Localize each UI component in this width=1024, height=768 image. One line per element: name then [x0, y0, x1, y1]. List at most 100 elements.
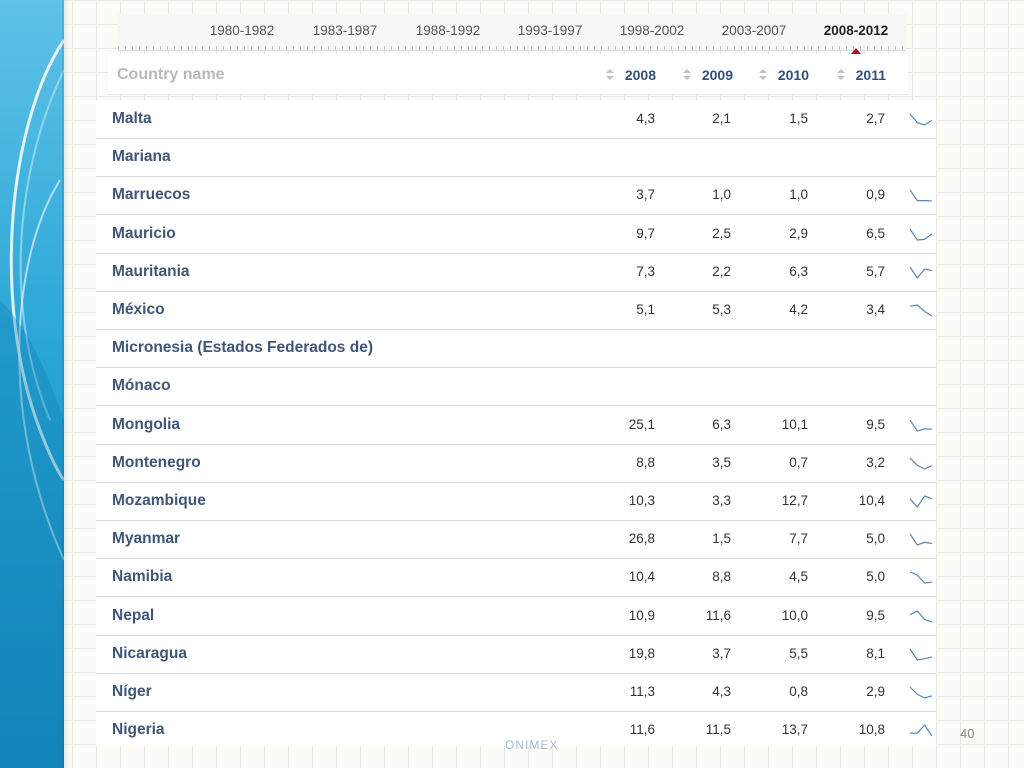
period-tab[interactable]: 1983-1987: [295, 23, 395, 38]
value-cell: 7,3: [636, 263, 655, 279]
value-cell: 3,5: [712, 454, 731, 470]
value-cell: 26,8: [628, 531, 655, 547]
value-cell: 6,3: [789, 263, 808, 279]
sparkline-icon: [909, 686, 933, 699]
country-name[interactable]: Mauritania: [112, 263, 190, 281]
country-name[interactable]: Mongolia: [112, 416, 180, 434]
country-name[interactable]: Mozambique: [112, 492, 206, 510]
slide-band-shadow: [62, 0, 70, 768]
value-cell: 5,3: [712, 302, 731, 317]
value-cell: 9,5: [866, 607, 885, 623]
value-cell: 5,0: [866, 569, 885, 585]
table-row[interactable]: Montenegro 8,8 3,5 0,7 3,2: [96, 444, 936, 483]
value-cell: 8,8: [712, 569, 731, 585]
table-row[interactable]: Mongolia 25,1 6,3 10,1 9,5: [96, 406, 936, 445]
table-row[interactable]: Namibia 10,4 8,8 4,5 5,0: [96, 558, 936, 598]
country-name[interactable]: Montenegro: [112, 454, 201, 472]
value-cell: 2,9: [789, 225, 808, 241]
sparkline-icon: [909, 457, 933, 470]
value-cell: 3,2: [866, 454, 885, 470]
footer-text: ONIMEX: [505, 738, 559, 752]
country-name[interactable]: México: [112, 301, 165, 319]
sparkline-icon: [909, 533, 932, 546]
country-data-table: Malta 4,3 2,1 1,5 2,7 Mariana Marruecos 3,7 1,0 1…: [96, 100, 936, 746]
sparkline-icon: [909, 609, 933, 623]
country-name[interactable]: Malta: [112, 110, 152, 128]
value-cell: 11,5: [705, 722, 731, 738]
table-row[interactable]: México 5,1 5,3 4,2 3,4: [96, 291, 936, 330]
period-tab[interactable]: 2008-2012: [806, 23, 906, 54]
country-name[interactable]: Myanmar: [112, 530, 180, 548]
value-cell: 3,3: [712, 493, 731, 508]
sort-updown-icon[interactable]: [605, 68, 615, 82]
period-tab[interactable]: 1993-1997: [500, 23, 600, 38]
table-row[interactable]: Malta 4,3 2,1 1,5 2,7: [96, 100, 936, 139]
period-tab[interactable]: 1998-2002: [602, 23, 702, 38]
country-name[interactable]: Mauricio: [112, 225, 176, 243]
sort-updown-icon[interactable]: [758, 68, 768, 82]
sparkline-icon: [909, 304, 933, 317]
value-cell: 4,3: [636, 111, 655, 126]
table-row[interactable]: Mauritania 7,3 2,2 6,3 5,7: [96, 253, 936, 292]
year-column-header[interactable]: 2011: [824, 67, 886, 83]
table-row[interactable]: Micronesia (Estados Federados de): [96, 329, 936, 369]
value-cell: 10,4: [628, 569, 655, 585]
table-row[interactable]: Mauricio 9,7 2,5 2,9 6,5: [96, 215, 936, 254]
table-row[interactable]: Marruecos 3,7 1,0 1,0 0,9: [96, 176, 936, 216]
value-cell: 13,7: [781, 722, 808, 738]
value-cell: 8,8: [636, 454, 655, 470]
value-cell: 7,7: [789, 531, 808, 547]
value-cell: 12,7: [781, 493, 808, 508]
country-name-header[interactable]: Country name: [117, 66, 225, 84]
value-cell: 10,4: [858, 493, 885, 508]
year-column-header[interactable]: 2009: [671, 67, 733, 83]
table-header: Country name 2008 2009 2010 2011: [108, 54, 908, 95]
table-row[interactable]: Nepal 10,9 11,6 10,0 9,5: [96, 597, 936, 636]
value-cell: 5,0: [866, 531, 885, 547]
table-row[interactable]: Nicaragua 19,8 3,7 5,5 8,1: [96, 635, 936, 674]
value-cell: 2,9: [866, 684, 885, 699]
year-column-header[interactable]: 2008: [594, 67, 656, 83]
table-row[interactable]: Mónaco: [96, 367, 936, 407]
period-tab[interactable]: 1988-1992: [398, 23, 498, 38]
country-name[interactable]: Mariana: [112, 148, 171, 166]
page-number: 40: [960, 726, 975, 741]
country-name[interactable]: Marruecos: [112, 186, 190, 204]
period-selector: 1980-1982 1983-1987 1988-1992 1993-1997 1998…: [118, 14, 906, 54]
value-cell: 3,4: [866, 302, 885, 317]
value-cell: 5,5: [789, 645, 808, 661]
country-name[interactable]: Nepal: [112, 607, 154, 625]
value-cell: 2,5: [712, 225, 731, 241]
table-row[interactable]: Níger 11,3 4,3 0,8 2,9: [96, 673, 936, 712]
sparkline-icon: [909, 113, 933, 126]
table-row[interactable]: Mariana: [96, 138, 936, 178]
country-name[interactable]: Mónaco: [112, 377, 171, 395]
table-row[interactable]: Mozambique 10,3 3,3 12,7 10,4: [96, 482, 936, 521]
table-row[interactable]: Myanmar 26,8 1,5 7,7 5,0: [96, 520, 936, 560]
value-cell: 11,3: [629, 684, 655, 699]
year-label: 2009: [701, 67, 733, 83]
year-label: 2008: [624, 67, 656, 83]
value-cell: 1,5: [789, 111, 808, 126]
period-tab[interactable]: 2003-2007: [704, 23, 804, 38]
value-cell: 9,7: [636, 225, 655, 241]
country-name[interactable]: Nicaragua: [112, 645, 187, 663]
period-tab[interactable]: 1980-1982: [192, 23, 292, 38]
value-cell: 0,8: [789, 684, 808, 699]
country-name[interactable]: Níger: [112, 683, 152, 701]
sort-updown-icon[interactable]: [836, 68, 846, 82]
country-name[interactable]: Namibia: [112, 568, 172, 586]
value-cell: 1,0: [712, 187, 731, 203]
value-cell: 4,5: [789, 569, 808, 585]
sort-updown-icon[interactable]: [682, 68, 692, 82]
country-name[interactable]: Micronesia (Estados Federados de): [112, 339, 373, 357]
country-name[interactable]: Nigeria: [112, 721, 165, 739]
year-column-header[interactable]: 2010: [747, 67, 809, 83]
value-cell: 4,2: [789, 302, 808, 317]
value-cell: 10,3: [628, 493, 655, 508]
value-cell: 0,7: [789, 454, 808, 470]
year-label: 2010: [777, 67, 809, 83]
sparkline-icon: [909, 266, 933, 279]
sparkline-icon: [909, 495, 933, 508]
value-cell: 1,0: [789, 187, 808, 203]
